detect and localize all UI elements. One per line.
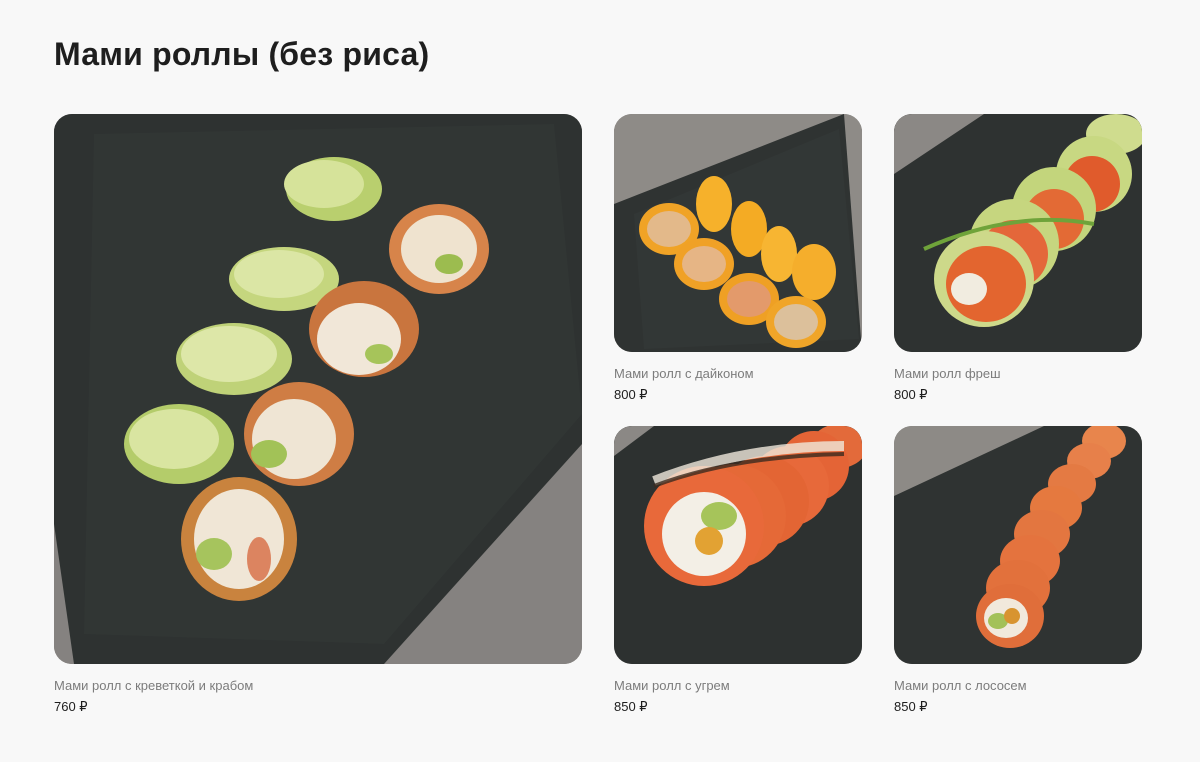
eel-roll-photo[interactable] bbox=[614, 426, 862, 664]
product-price: 760 ₽ bbox=[54, 699, 88, 714]
section-title: Мами роллы (без риса) bbox=[54, 36, 430, 72]
product-name[interactable]: Мами ролл с дайконом bbox=[614, 366, 862, 382]
product-name[interactable]: Мами ролл с креветкой и крабом bbox=[54, 678, 582, 694]
product-price: 850 ₽ bbox=[614, 699, 648, 714]
product-card-daikon[interactable]: Мами ролл с дайконом 800 ₽ bbox=[614, 114, 862, 403]
product-name[interactable]: Мами ролл с угрем bbox=[614, 678, 862, 694]
daikon-roll-photo[interactable] bbox=[614, 114, 862, 352]
product-name[interactable]: Мами ролл с лососем bbox=[894, 678, 1142, 694]
product-card-fresh[interactable]: Мами ролл фреш 800 ₽ bbox=[894, 114, 1142, 403]
product-card-salmon[interactable]: Мами ролл с лососем 850 ₽ bbox=[894, 426, 1142, 715]
product-card-eel[interactable]: Мами ролл с угрем 850 ₽ bbox=[614, 426, 862, 715]
product-price: 850 ₽ bbox=[894, 699, 928, 714]
product-card-shrimp-crab[interactable]: Мами ролл с креветкой и крабом 760 ₽ bbox=[54, 114, 582, 715]
product-name[interactable]: Мами ролл фреш bbox=[894, 366, 1142, 382]
fresh-roll-photo[interactable] bbox=[894, 114, 1142, 352]
product-price: 800 ₽ bbox=[894, 387, 928, 402]
menu-page: Мами роллы (без риса) Мами ролл с кревет… bbox=[0, 0, 1200, 762]
product-price: 800 ₽ bbox=[614, 387, 648, 402]
shrimp-crab-roll-photo[interactable] bbox=[54, 114, 582, 664]
salmon-roll-photo[interactable] bbox=[894, 426, 1142, 664]
